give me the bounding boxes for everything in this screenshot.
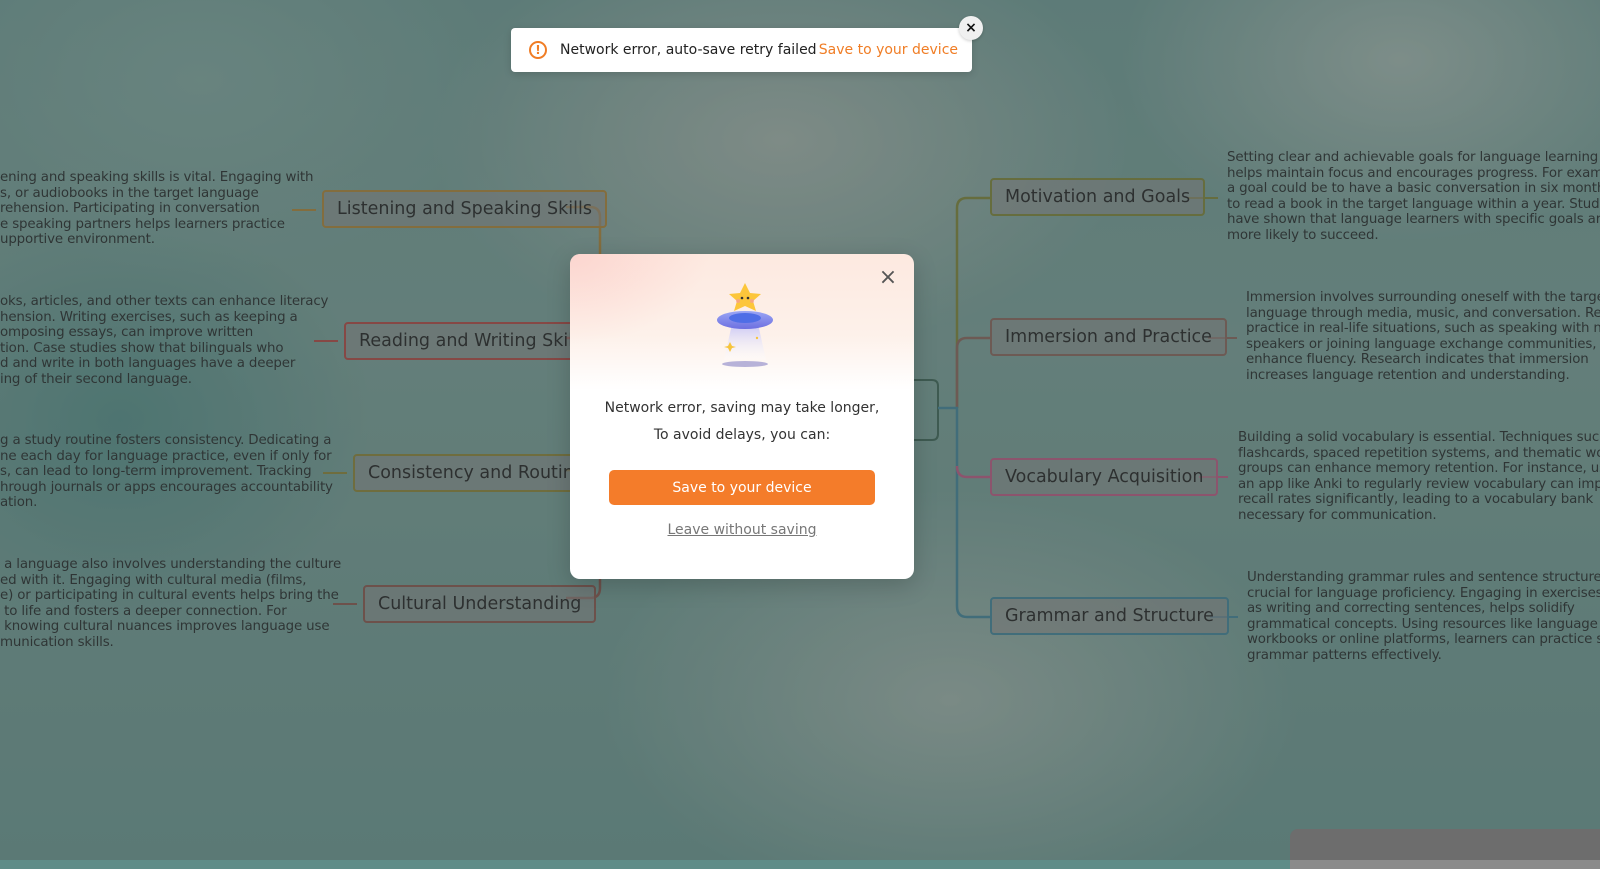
network-error-dialog: × Network error, saving may take longer,… [570, 254, 914, 579]
toast-close-button[interactable]: × [959, 16, 983, 40]
modal-close-button[interactable]: × [878, 265, 898, 290]
error-toast: ! Network error, auto-save retry failed … [511, 28, 972, 72]
close-icon: × [965, 20, 977, 36]
toast-save-link[interactable]: Save to your device [819, 42, 958, 58]
ufo-star-illustration-icon [717, 283, 773, 367]
leave-without-saving-link[interactable]: Leave without saving [570, 522, 914, 538]
toast-message: Network error, auto-save retry failed [560, 42, 817, 58]
modal-message-line2: To avoid delays, you can: [653, 427, 831, 443]
warning-circle-icon: ! [529, 41, 547, 59]
save-to-device-button[interactable]: Save to your device [609, 470, 875, 505]
close-icon: × [878, 265, 898, 290]
modal-message-line1: Network error, saving may take longer, [604, 400, 880, 416]
